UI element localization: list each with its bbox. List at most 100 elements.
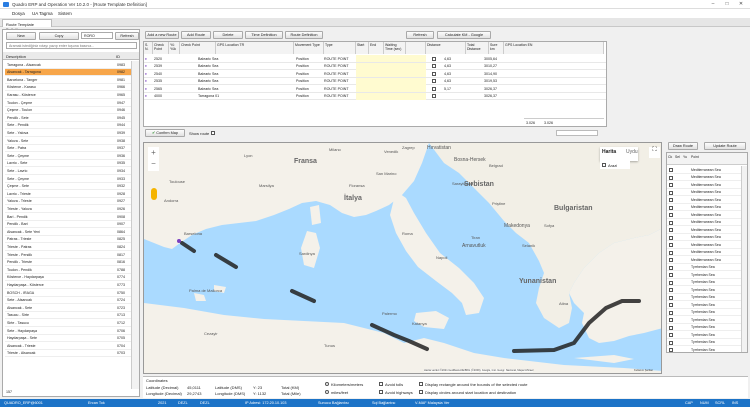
refresh-button[interactable]: Refresh bbox=[115, 32, 139, 40]
pegman-icon[interactable] bbox=[151, 188, 157, 200]
list-item[interactable]: Bari - Pendik 0908 bbox=[5, 213, 131, 221]
list-item[interactable]: Tarragona - Alsancak 0983 bbox=[5, 61, 131, 69]
grid-col-3[interactable]: Check Point bbox=[180, 42, 216, 54]
list-item[interactable]: Pendik - Bari 0907 bbox=[5, 221, 131, 229]
list-item[interactable]: Mediterranean Sea bbox=[667, 166, 741, 174]
time-cell[interactable] bbox=[356, 92, 426, 100]
list-item[interactable]: Mediterranean Sea bbox=[667, 181, 741, 189]
col-id[interactable]: ID bbox=[116, 54, 120, 59]
search-input[interactable]: Aramak istediğiniz rotayı yazıp enter tu… bbox=[6, 42, 137, 49]
list-item[interactable]: Tasucu - Sirte 0713 bbox=[5, 312, 131, 320]
add-route-button[interactable]: Add Route bbox=[181, 31, 211, 39]
row-checkbox[interactable] bbox=[432, 56, 436, 61]
table-row[interactable]: ♦ 2535 Balearic Sea Position ROUTE POINT 4,63… bbox=[144, 77, 606, 85]
list-item[interactable]: Barcelona - Tanger 0981 bbox=[5, 76, 131, 84]
row-checkbox[interactable] bbox=[432, 86, 436, 91]
grid-col-6[interactable]: Type bbox=[324, 42, 356, 54]
list-item[interactable]: Sete - Yalova 0939 bbox=[5, 129, 131, 137]
list-item[interactable]: Tyrrhenian Sea bbox=[667, 271, 741, 279]
point-checkbox[interactable] bbox=[669, 175, 673, 180]
list-item[interactable]: Tyrrhenian Sea bbox=[667, 294, 741, 301]
grid-col-13[interactable]: Sure km bbox=[489, 42, 504, 54]
list-item[interactable]: Mediterranean Sea bbox=[667, 196, 741, 204]
grid-col-4[interactable]: GPS Location TR bbox=[216, 42, 294, 54]
list-item[interactable]: Alsancak - Tarragona 0982 bbox=[5, 68, 131, 77]
list-item[interactable]: Trieste - Patras 0824 bbox=[5, 243, 131, 251]
table-row[interactable]: ♦ 4000 Tarragona 01 Position ROUTE POINT 3026… bbox=[144, 92, 606, 100]
list-item[interactable]: Karasu - Kösterce 0965 bbox=[5, 91, 131, 99]
list-item[interactable]: BOSCH - IRAGA 0750 bbox=[5, 289, 131, 297]
row-checkbox[interactable] bbox=[432, 71, 436, 76]
avoid-tolls-checkbox[interactable] bbox=[379, 382, 383, 386]
point-checkbox[interactable] bbox=[669, 273, 673, 277]
point-checkbox[interactable] bbox=[669, 318, 673, 322]
list-item[interactable]: Lavrio - Trieste 0928 bbox=[5, 190, 131, 198]
point-checkbox[interactable] bbox=[669, 310, 673, 315]
point-checkbox[interactable] bbox=[669, 288, 673, 292]
grid-col-11[interactable]: Distance bbox=[426, 42, 466, 54]
map-view[interactable]: Fransa İtalya Sırbistan Bulgaristan Yuna… bbox=[143, 142, 662, 374]
list-item[interactable]: Sete - Pendik 0944 bbox=[5, 122, 131, 130]
list-scrollbar[interactable] bbox=[131, 61, 139, 389]
list-item[interactable]: Trieste - Yalova 0926 bbox=[5, 205, 131, 213]
list-item[interactable]: Haydarpaşa - Kösterce 0773 bbox=[5, 281, 131, 289]
close-icon[interactable]: ✕ bbox=[734, 1, 748, 8]
list-item[interactable]: Toulon - Pendik 0788 bbox=[5, 266, 131, 274]
unit-mi-radio[interactable] bbox=[325, 390, 329, 394]
list-item[interactable]: Sete - Çeşme 0936 bbox=[5, 152, 131, 160]
unit-km-radio[interactable] bbox=[325, 382, 329, 386]
point-checkbox[interactable] bbox=[669, 183, 673, 187]
col-ck[interactable]: Ck bbox=[668, 155, 672, 159]
point-checkbox[interactable] bbox=[669, 243, 673, 247]
tab-route-template[interactable]: Route Template Definition bbox=[2, 19, 52, 32]
list-item[interactable]: Toulon - Çeşme 0947 bbox=[5, 99, 131, 107]
draw-route-button[interactable]: Draw Route bbox=[668, 142, 698, 150]
point-checkbox[interactable] bbox=[669, 295, 673, 300]
grid-refresh-button[interactable]: Refresh bbox=[406, 31, 434, 39]
grid-col-2[interactable]: Yü Yük bbox=[169, 42, 180, 54]
zoom-in-icon[interactable]: + bbox=[148, 147, 159, 158]
list-item[interactable]: Sete - Haydarpaşa 0706 bbox=[5, 327, 131, 335]
list-item[interactable]: Mediterranean Sea bbox=[667, 226, 741, 234]
grid-col-9[interactable]: Waiting Time (sec) bbox=[384, 42, 406, 54]
list-item[interactable]: Tyrrhenian Sea bbox=[667, 331, 741, 339]
time-cell[interactable] bbox=[356, 85, 426, 92]
point-checkbox[interactable] bbox=[669, 190, 673, 195]
list-item[interactable]: Yalova - Trieste 0927 bbox=[5, 198, 131, 206]
list-item[interactable]: Çeşme - Toulon 0946 bbox=[5, 107, 131, 115]
point-checkbox[interactable] bbox=[669, 168, 673, 172]
zoom-out-icon[interactable]: − bbox=[148, 158, 159, 169]
menu-ua-tagma[interactable]: UA Tagma bbox=[32, 11, 53, 16]
display-circle-checkbox[interactable] bbox=[419, 390, 423, 394]
grid-col-5[interactable]: Movement Type bbox=[294, 42, 324, 54]
list-item[interactable]: Alsancak - Sete 0723 bbox=[5, 304, 131, 312]
time-cell[interactable] bbox=[356, 62, 426, 70]
grid-col-8[interactable]: End bbox=[369, 42, 384, 54]
new-button[interactable]: New bbox=[6, 32, 36, 40]
point-checkbox[interactable] bbox=[669, 220, 673, 225]
grid-col-14[interactable]: GPS Location EN bbox=[504, 42, 604, 54]
map-terms-link[interactable]: Kullanım Şartları bbox=[634, 369, 653, 372]
list-item[interactable]: Mediterranean Sea bbox=[667, 219, 741, 226]
list-item[interactable]: Sete - Lavrio 0934 bbox=[5, 167, 131, 175]
list-item[interactable]: Alsancak - Trieste 0704 bbox=[5, 342, 131, 350]
list-item[interactable]: Tyrrhenian Sea bbox=[667, 286, 741, 294]
display-rect-checkbox[interactable] bbox=[419, 382, 423, 386]
table-row[interactable]: ♦ 2520 Balearic Sea Position ROUTE POINT 4,63… bbox=[144, 55, 606, 63]
grid-col-7[interactable]: Start bbox=[356, 42, 369, 54]
list-item[interactable]: Tyrrhenian Sea bbox=[667, 279, 741, 286]
update-route-button[interactable]: Update Route bbox=[704, 142, 746, 150]
calculate-km-button[interactable]: Calculate KM - Google bbox=[437, 31, 491, 39]
show-route-checkbox[interactable] bbox=[211, 131, 215, 135]
copy-button[interactable]: Copy bbox=[39, 32, 79, 40]
right-scrollbar[interactable] bbox=[741, 166, 747, 352]
time-definition-button[interactable]: Time Definition bbox=[245, 31, 283, 39]
add-new-route-button[interactable]: Add a new Route bbox=[145, 31, 179, 39]
list-item[interactable]: Tyrrhenian Sea bbox=[667, 264, 741, 271]
list-item[interactable]: Tyrrhenian Sea bbox=[667, 324, 741, 331]
point-checkbox[interactable] bbox=[669, 333, 673, 337]
map-type-harita[interactable]: Harita bbox=[602, 149, 616, 155]
point-checkbox[interactable] bbox=[669, 228, 673, 232]
point-checkbox[interactable] bbox=[669, 325, 673, 330]
minimize-icon[interactable]: – bbox=[706, 1, 720, 8]
